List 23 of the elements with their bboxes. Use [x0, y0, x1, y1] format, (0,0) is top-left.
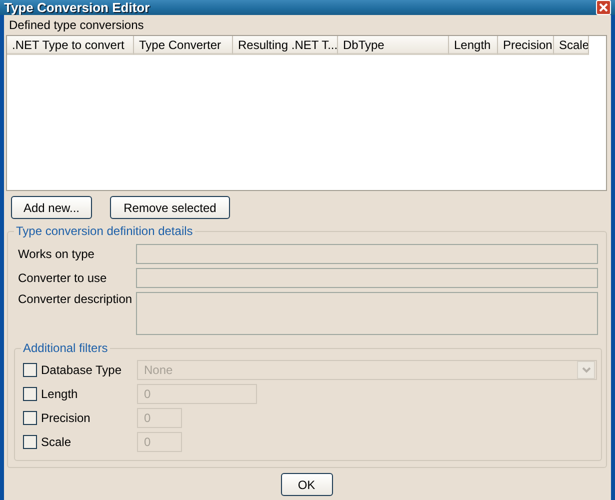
- column-header[interactable]: Precision: [498, 36, 554, 55]
- checkbox-label: Scale: [41, 435, 72, 449]
- field-label: Works on type: [18, 246, 96, 261]
- column-header[interactable]: Length: [449, 36, 498, 55]
- list-label: Defined type conversions: [9, 18, 145, 32]
- field-label: Converter description: [18, 292, 134, 306]
- add-button[interactable]: Add new...: [11, 196, 92, 219]
- ok-button[interactable]: OK: [280, 473, 332, 496]
- column-header[interactable]: Resulting .NET T...: [233, 36, 338, 55]
- window-title: Type Conversion Editor: [4, 0, 150, 15]
- column-header[interactable]: Type Converter: [134, 36, 233, 55]
- field-label: Converter to use: [18, 270, 108, 285]
- remove-button[interactable]: Remove selected: [110, 196, 230, 219]
- chevron-down-icon: [577, 361, 595, 379]
- close-button[interactable]: [596, 0, 611, 15]
- checkbox-label: Length: [41, 387, 78, 401]
- checkbox-label: Database Type: [41, 363, 122, 377]
- column-header[interactable]: .NET Type to convert: [7, 36, 134, 55]
- checkbox-label: Precision: [41, 411, 90, 425]
- group-title: Additional filters: [21, 341, 110, 355]
- group-title: Type conversion definition details: [14, 224, 195, 238]
- close-icon: [599, 3, 608, 12]
- column-header[interactable]: DbType: [338, 36, 449, 55]
